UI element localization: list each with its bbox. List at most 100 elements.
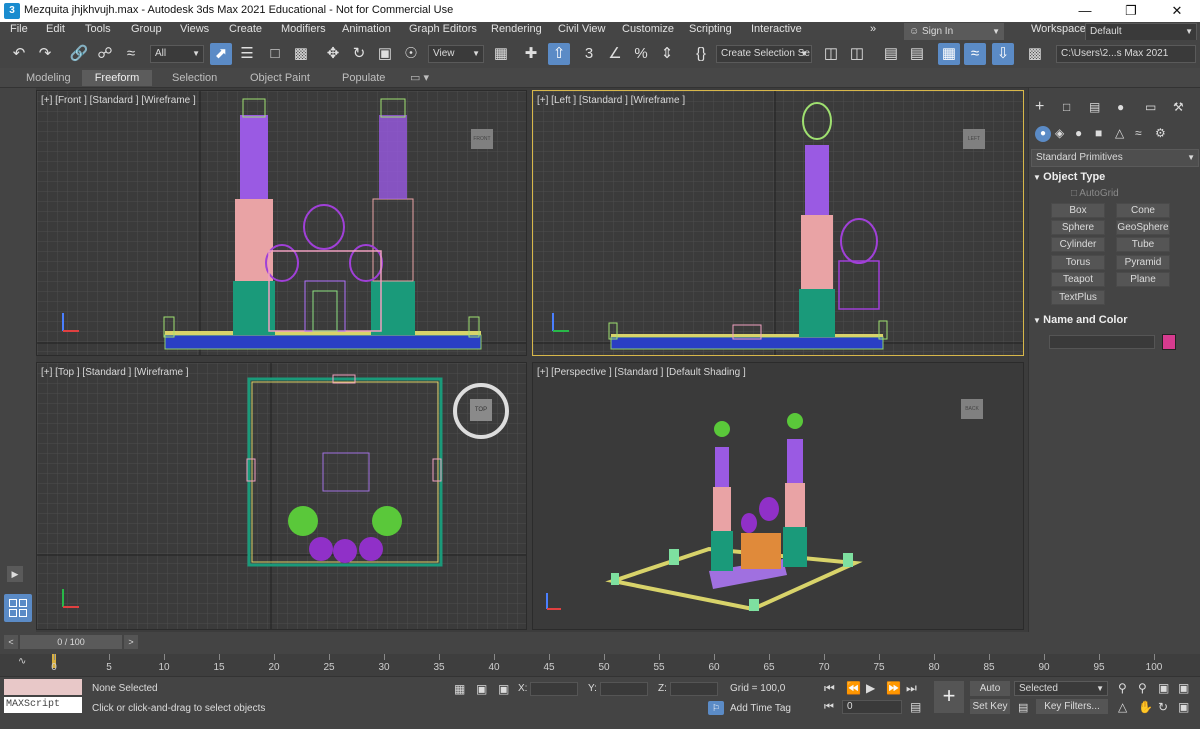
menu-animation[interactable]: Animation [342, 23, 391, 35]
viewport-left-label[interactable]: [+] [Left ] [Standard ] [Wireframe ] [537, 95, 685, 106]
viewport-perspective-label[interactable]: [+] [Perspective ] [Standard ] [Default … [537, 367, 746, 378]
move-icon[interactable]: ✥ [322, 43, 344, 65]
geometry-icon[interactable]: ● [1035, 126, 1051, 142]
track-bar[interactable]: ∿ 0 5 10 15 20 25 30 35 40 45 50 55 60 65 70 75 80 85 90 95… [0, 654, 1200, 676]
play-icon[interactable]: ▶ [866, 681, 875, 695]
named-selection-dropdown[interactable]: Create Selection Se ▼ [716, 45, 812, 63]
key-filters-button[interactable]: Key Filters... [1036, 699, 1108, 714]
zoom-all-icon[interactable]: ⚲ [1138, 681, 1147, 695]
zoom-extents-all-icon[interactable]: ▣ [1178, 681, 1189, 695]
category-dropdown[interactable]: Standard Primitives ▼ [1031, 149, 1199, 167]
goto-start-icon[interactable]: ⏮ [824, 681, 835, 696]
ribbon-tab-modeling[interactable]: Modeling [20, 70, 77, 86]
scene-explorer-icon[interactable]: ▤ [880, 43, 902, 65]
isolate-icon[interactable]: ▦ [454, 682, 465, 696]
maximize-viewport-icon[interactable]: ▣ [1178, 700, 1189, 714]
menu-edit[interactable]: Edit [46, 23, 65, 35]
rotate-icon[interactable]: ↻ [348, 43, 370, 65]
autogrid-checkbox[interactable]: □ AutoGrid [1071, 188, 1119, 199]
signin-dropdown[interactable]: ☺ Sign In ▼ [904, 23, 1004, 41]
tube-button[interactable]: Tube [1116, 237, 1170, 252]
next-frame-icon[interactable]: > [124, 635, 138, 649]
pyramid-button[interactable]: Pyramid [1116, 255, 1170, 270]
set-key-big-icon[interactable]: + [934, 681, 964, 713]
y-coord-field[interactable] [600, 682, 648, 696]
textplus-button[interactable]: TextPlus [1051, 290, 1105, 305]
object-type-rollout[interactable]: ▼ Object Type [1033, 171, 1197, 187]
prev-key-icon[interactable]: ⏪ [846, 681, 861, 695]
absolute-mode-icon[interactable]: ▣ [498, 682, 509, 696]
menu-customize[interactable]: Customize [622, 23, 674, 35]
menu-rendering[interactable]: Rendering [491, 23, 542, 35]
window-crossing-icon[interactable]: ▩ [290, 43, 312, 65]
cameras-icon[interactable]: ■ [1095, 126, 1102, 140]
plane-button[interactable]: Plane [1116, 272, 1170, 287]
current-frame-field[interactable]: 0 [842, 700, 902, 714]
workspaces-dropdown[interactable]: Default ▼ [1085, 23, 1197, 41]
expand-arrow-icon[interactable]: ▶ [7, 566, 23, 582]
motion-tab-icon[interactable]: ● [1117, 100, 1124, 114]
viewport-perspective[interactable]: [+] [Perspective ] [Standard ] [Default … [532, 362, 1024, 630]
select-manipulate-icon[interactable]: ✚ [520, 43, 542, 65]
select-by-name-icon[interactable]: ☰ [236, 43, 258, 65]
viewport-top-label[interactable]: [+] [Top ] [Standard ] [Wireframe ] [41, 367, 189, 378]
torus-button[interactable]: Torus [1051, 255, 1105, 270]
angle-snap-icon[interactable]: ∠ [604, 43, 626, 65]
keyboard-shortcut-icon[interactable]: ⇧ [548, 43, 570, 65]
hierarchy-tab-icon[interactable]: ▤ [1089, 100, 1100, 114]
spinner-snap-icon[interactable]: ⇕ [656, 43, 678, 65]
ribbon-tab-populate[interactable]: Populate [336, 70, 391, 86]
menu-create[interactable]: Create [229, 23, 262, 35]
add-time-tag[interactable]: Add Time Tag [730, 703, 791, 714]
selection-filter-dropdown[interactable]: All ▼ [150, 45, 204, 63]
percent-snap-icon[interactable]: % [630, 43, 652, 65]
ref-coord-dropdown[interactable]: View ▼ [428, 45, 484, 63]
minimize-button[interactable]: — [1062, 0, 1108, 22]
key-mode-icon[interactable]: ⏮ [824, 701, 834, 714]
ribbon-toggle-icon[interactable]: ▦ [938, 43, 960, 65]
set-key-button[interactable]: Set Key [970, 699, 1010, 714]
unlink-icon[interactable]: ☍ [94, 43, 116, 65]
box-button[interactable]: Box [1051, 203, 1105, 218]
menu-interactive[interactable]: Interactive [751, 23, 802, 35]
next-key-icon[interactable]: ⏩ [886, 681, 901, 695]
object-name-field[interactable] [1049, 335, 1155, 349]
viewport-front-label[interactable]: [+] [Front ] [Standard ] [Wireframe ] [41, 95, 196, 106]
orbit-icon[interactable]: ↻ [1158, 700, 1168, 714]
goto-end-icon[interactable]: ⏭ [906, 681, 917, 696]
pivot-center-icon[interactable]: ▦ [490, 43, 512, 65]
fov-icon[interactable]: △ [1118, 700, 1127, 714]
lights-icon[interactable]: ● [1075, 126, 1082, 140]
bind-spacewarp-icon[interactable]: ≈ [120, 43, 142, 65]
menu-modifiers[interactable]: Modifiers [281, 23, 326, 35]
modify-tab-icon[interactable]: □ [1063, 100, 1070, 114]
prev-frame-icon[interactable]: < [4, 635, 18, 649]
utilities-tab-icon[interactable]: ⚒ [1173, 100, 1184, 114]
layer-explorer-icon[interactable]: ▤ [906, 43, 928, 65]
redo-icon[interactable]: ↷ [34, 43, 56, 65]
maxscript-listener-output[interactable] [4, 679, 82, 695]
menu-civil-view[interactable]: Civil View [558, 23, 605, 35]
spacewarps-icon[interactable]: ≈ [1135, 126, 1142, 140]
curve-editor-icon[interactable]: ≈ [964, 43, 986, 65]
place-icon[interactable]: ☉ [400, 43, 422, 65]
menu-group[interactable]: Group [131, 23, 162, 35]
time-tag-icon[interactable]: ⚐ [708, 701, 724, 715]
time-slider-thumb[interactable]: 0 / 100 [20, 635, 122, 649]
key-filters-icon[interactable]: ▤ [1018, 701, 1028, 714]
menu-overflow-icon[interactable]: » [870, 23, 876, 35]
undo-icon[interactable]: ↶ [8, 43, 30, 65]
cone-button[interactable]: Cone [1116, 203, 1170, 218]
menu-file[interactable]: File [10, 23, 28, 35]
link-icon[interactable]: 🔗 [68, 43, 90, 65]
maximize-button[interactable]: ❐ [1108, 0, 1154, 22]
menu-tools[interactable]: Tools [85, 23, 111, 35]
name-color-rollout[interactable]: ▼ Name and Color [1033, 314, 1197, 330]
viewcube-top[interactable]: TOP [470, 399, 492, 421]
viewcube-back[interactable]: BACK [961, 399, 983, 419]
scale-icon[interactable]: ▣ [374, 43, 396, 65]
display-tab-icon[interactable]: ▭ [1145, 100, 1156, 114]
menu-graph-editors[interactable]: Graph Editors [409, 23, 477, 35]
ribbon-tab-object-paint[interactable]: Object Paint [244, 70, 316, 86]
pan-icon[interactable]: ✋ [1138, 700, 1153, 714]
